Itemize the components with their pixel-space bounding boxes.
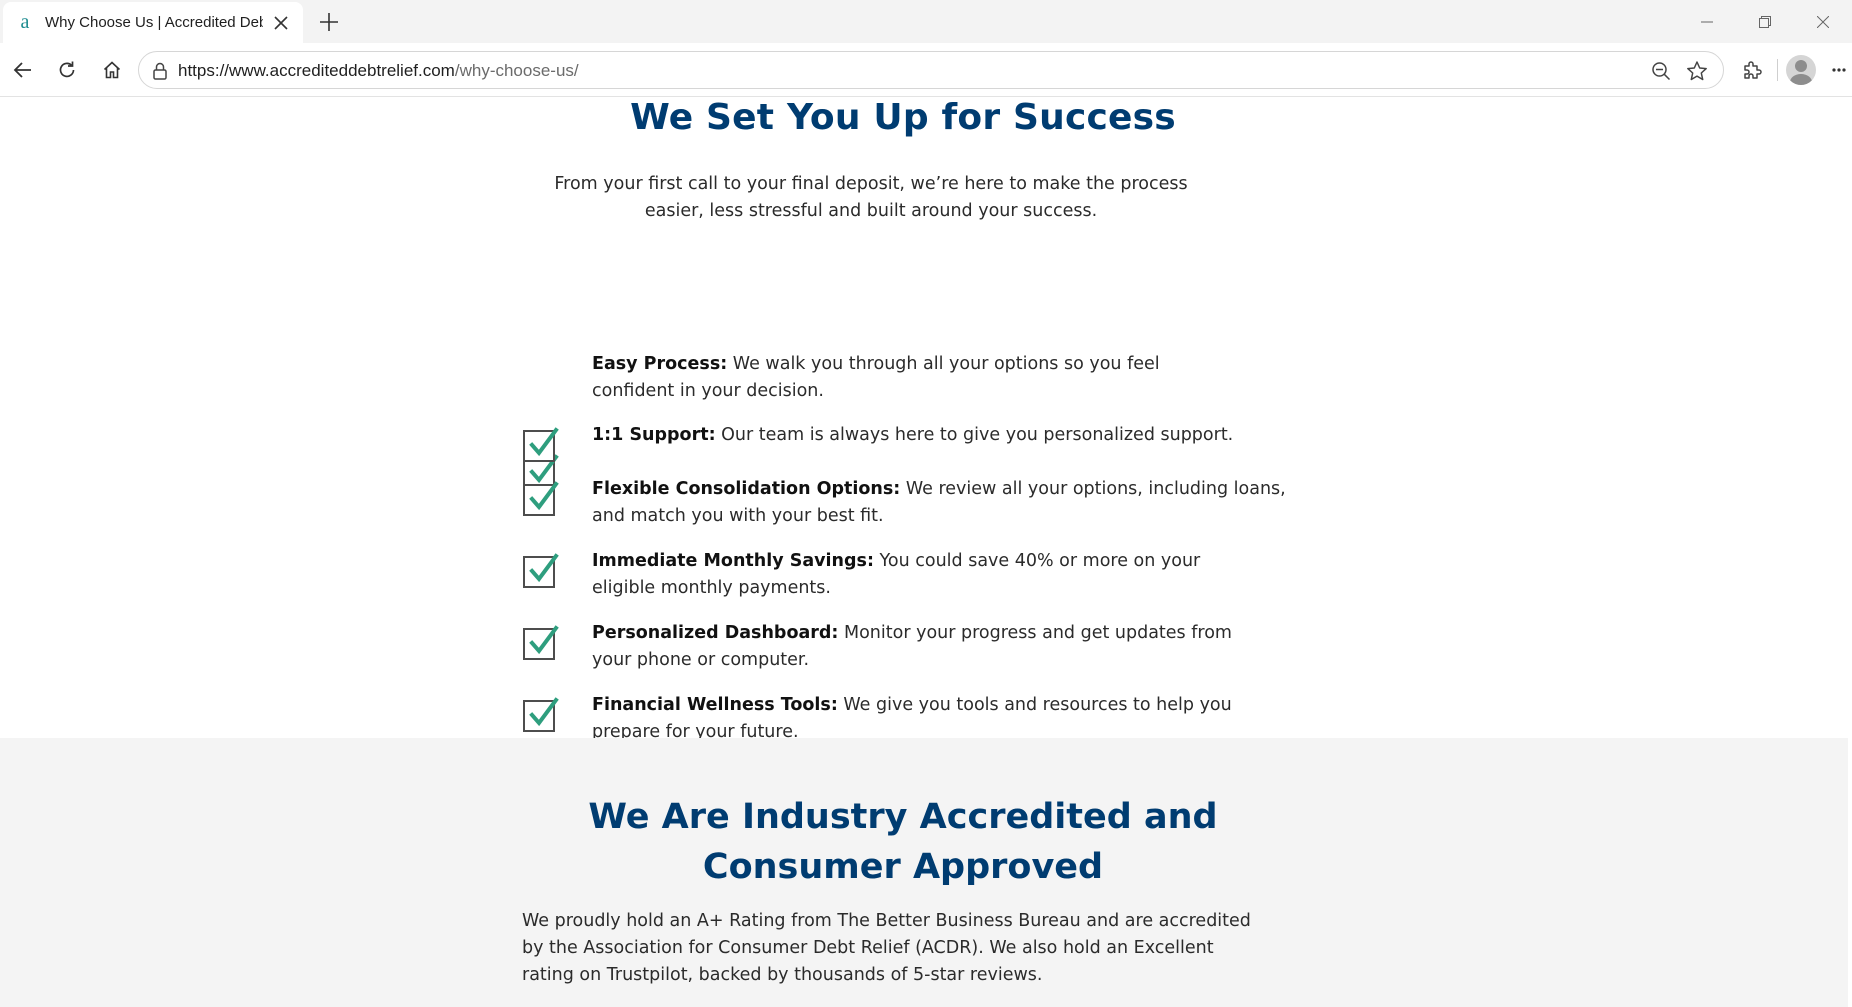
accreditation-text-line2: by the Association for Consumer Debt Rel… [522,938,1214,958]
tab-strip: a Why Choose Us | Accredited Debt [0,0,1852,43]
checkbox-icon [523,625,559,660]
feature-text: Flexible Consolidation Options: We revie… [592,476,1292,530]
feature-text: Immediate Monthly Savings: You could sav… [592,548,1292,602]
window-controls [1678,0,1852,43]
success-intro-line2: easier, less stressful and built around … [644,201,1098,221]
more-icon[interactable] [1826,53,1852,87]
back-arrow-icon[interactable] [6,53,40,87]
feature-title: Financial Wellness Tools: [592,695,838,715]
address-bar[interactable]: https://www.accrediteddebtrelief.com/why… [138,51,1724,89]
accreditation-section: We Are Industry Accredited and Consumer … [0,738,1848,1007]
home-icon[interactable] [95,53,129,87]
feature-title: Easy Process: [592,354,728,374]
close-tab-icon[interactable] [269,11,293,35]
feature-description: Monitor your progress and get updates fr… [838,623,1232,643]
lock-icon[interactable] [147,58,173,84]
feature-description: We review all your options, including lo… [900,479,1286,499]
success-intro-line1: From your first call to your final depos… [554,174,1188,194]
toolbar-divider [1777,59,1778,81]
accreditation-text: We proudly hold an A+ Rating from The Be… [522,908,1282,989]
feature-title: Immediate Monthly Savings: [592,551,874,571]
feature-description-line2: eligible monthly payments. [592,578,831,598]
accreditation-text-line1: We proudly hold an A+ Rating from The Be… [522,911,1251,931]
feature-text: Easy Process: We walk you through all yo… [592,351,1292,405]
checkbox-icon [523,697,559,732]
browser-tab[interactable]: a Why Choose Us | Accredited Debt [3,2,303,43]
feature-title: Personalized Dashboard: [592,623,839,643]
new-tab-button[interactable] [314,7,344,37]
star-icon[interactable] [1684,58,1710,84]
feature-description: You could save 40% or more on your [873,551,1201,571]
feature-title: 1:1 Support: [592,425,716,445]
site-favicon-icon: a [20,11,30,33]
feature-description-line2: your phone or computer. [592,650,810,670]
page-viewport: We Set You Up for Success From your firs… [0,97,1852,1007]
close-window-icon[interactable] [1794,0,1852,43]
refresh-icon[interactable] [50,53,84,87]
avatar[interactable] [1786,55,1816,85]
success-heading-text: We Set You Up for Success [630,97,1176,138]
checkbox-icon [523,553,559,588]
feature-description: Our team is always here to give you pers… [715,425,1234,445]
feature-text: 1:1 Support: Our team is always here to … [592,422,1292,449]
feature-text: Personalized Dashboard: Monitor your pro… [592,620,1292,674]
tab-title: Why Choose Us | Accredited Debt [45,14,263,31]
feature-description-line2: confident in your decision. [592,381,824,401]
accreditation-heading-line1: We Are Industry Accredited and [588,797,1218,837]
url-host: https://www.accrediteddebtrelief.com [178,61,455,80]
success-heading: We Set You Up for Success [0,97,1806,138]
accreditation-heading-line2: Consumer Approved [702,847,1104,887]
minimize-icon[interactable] [1678,0,1736,43]
checkbox-icon [523,481,559,516]
feature-title: Flexible Consolidation Options: [592,479,901,499]
url-path: /why-choose-us/ [454,61,579,80]
checkbox-icon [523,427,559,462]
accreditation-text-line3: rating on Trustpilot, backed by thousand… [522,965,1043,985]
feature-description-line2: and match you with your best fit. [592,506,884,526]
success-intro: From your first call to your final depos… [530,171,1212,225]
feature-description: We walk you through all your options so … [727,354,1160,374]
accreditation-heading: We Are Industry Accredited and Consumer … [0,792,1806,892]
feature-description: We give you tools and resources to help … [837,695,1232,715]
scrollbar[interactable] [1848,97,1852,1007]
puzzle-icon[interactable] [1735,53,1769,87]
zoom-out-icon[interactable] [1648,58,1674,84]
restore-icon[interactable] [1736,0,1794,43]
url-text[interactable]: https://www.accrediteddebtrelief.com/why… [178,61,579,81]
browser-toolbar: https://www.accrediteddebtrelief.com/why… [0,43,1852,97]
